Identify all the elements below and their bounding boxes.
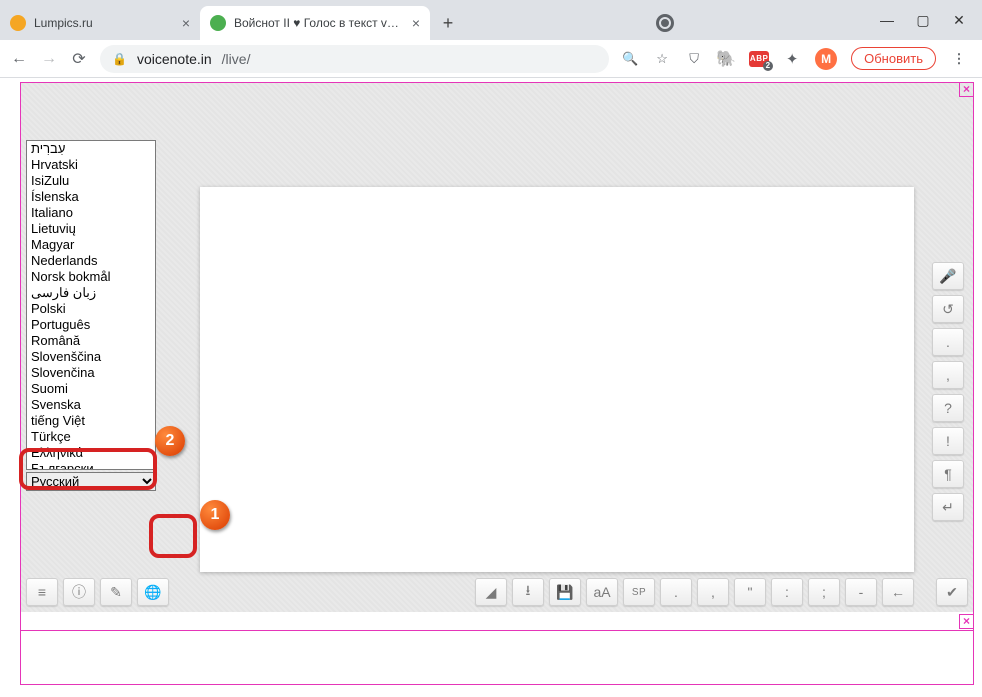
profile-avatar[interactable]: M bbox=[815, 48, 837, 70]
star-icon[interactable]: ☆ bbox=[653, 50, 671, 68]
browser-tab-strip: Lumpics.ru × Войснот II ♥ Голос в текст … bbox=[0, 0, 982, 40]
url-path: /live/ bbox=[222, 51, 251, 67]
lock-icon: 🔒 bbox=[112, 52, 127, 66]
annotation-close-top[interactable]: × bbox=[959, 82, 974, 97]
evernote-icon[interactable]: 🐘 bbox=[717, 50, 735, 68]
callout-badge-2: 2 bbox=[155, 426, 185, 456]
new-tab-button[interactable]: + bbox=[434, 9, 462, 37]
close-window-button[interactable]: ✕ bbox=[952, 12, 966, 29]
zoom-icon[interactable]: 🔍 bbox=[621, 50, 639, 68]
favicon-icon bbox=[10, 15, 26, 31]
back-button[interactable]: ← bbox=[10, 50, 28, 68]
toolbar-icons: 🔍 ☆ ⛉ 🐘 ABP ✦ M Обновить ⋮ bbox=[621, 47, 972, 70]
page-content: עִברִיתHrvatskiIsiZuluÍslenskaItalianoLi… bbox=[0, 78, 982, 697]
menu-icon[interactable]: ⋮ bbox=[950, 50, 968, 68]
browser-tab-voicenote[interactable]: Войснот II ♥ Голос в текст v2.6.2 × bbox=[200, 6, 430, 40]
browser-address-bar: ← → ⟳ 🔒 voicenote.in/live/ 🔍 ☆ ⛉ 🐘 ABP ✦… bbox=[0, 40, 982, 78]
annotation-frame-bottom bbox=[20, 630, 974, 685]
omnibox[interactable]: 🔒 voicenote.in/live/ bbox=[100, 45, 609, 73]
callout-box-globe bbox=[149, 514, 197, 558]
minimize-button[interactable]: — bbox=[880, 12, 894, 28]
tab-title: Войснот II ♥ Голос в текст v2.6.2 bbox=[234, 16, 404, 30]
pocket-icon[interactable]: ⛉ bbox=[685, 50, 703, 68]
window-controls: — ▢ ✕ bbox=[880, 0, 982, 40]
extensions-icon[interactable]: ✦ bbox=[783, 50, 801, 68]
update-button[interactable]: Обновить bbox=[851, 47, 936, 70]
url-host: voicenote.in bbox=[137, 51, 212, 67]
annotation-frame-main bbox=[20, 82, 974, 684]
callout-box-language bbox=[19, 448, 157, 490]
tab-title: Lumpics.ru bbox=[34, 16, 174, 30]
forward-button: → bbox=[40, 50, 58, 68]
maximize-button[interactable]: ▢ bbox=[916, 12, 930, 29]
close-icon[interactable]: × bbox=[182, 15, 190, 31]
close-icon[interactable]: × bbox=[412, 15, 420, 31]
reload-button[interactable]: ⟳ bbox=[70, 49, 88, 69]
favicon-icon bbox=[210, 15, 226, 31]
callout-badge-1: 1 bbox=[200, 500, 230, 530]
abp-icon[interactable]: ABP bbox=[749, 51, 769, 67]
annotation-close-bottom[interactable]: × bbox=[959, 614, 974, 629]
incognito-icon[interactable] bbox=[656, 14, 674, 32]
browser-tab-lumpics[interactable]: Lumpics.ru × bbox=[0, 6, 200, 40]
